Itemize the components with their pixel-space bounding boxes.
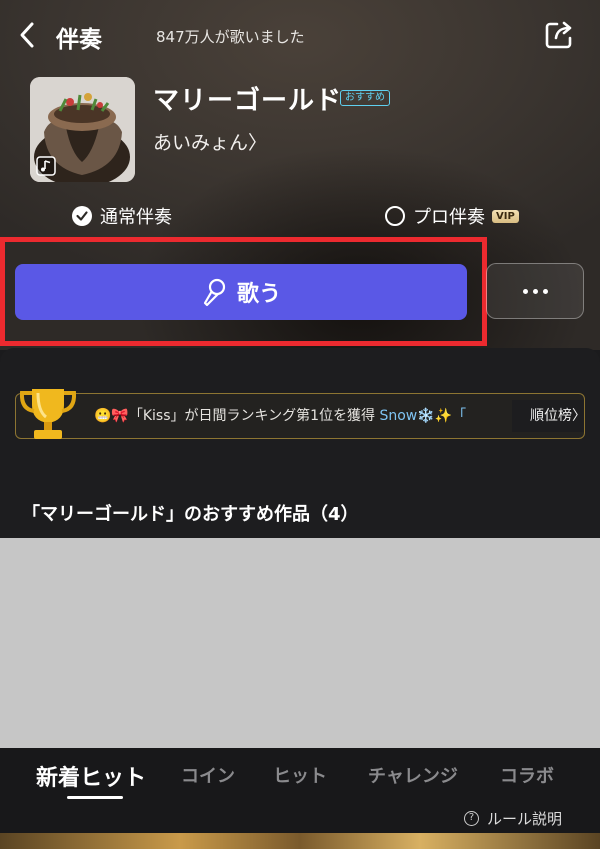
ranking-link[interactable]: 順位榜〉 xyxy=(512,400,586,432)
rules-link[interactable]: ? ルール説明 xyxy=(464,808,562,829)
ticker-message: 😬🎀「Kiss」が日間ランキング第1位を獲得 Snow❄️✨「 xyxy=(94,405,466,425)
mode-label-normal: 通常伴奏 xyxy=(100,207,172,228)
song-title: マリーゴールド xyxy=(153,86,343,116)
sing-button[interactable]: 歌う xyxy=(15,264,467,320)
share-icon xyxy=(545,21,572,49)
recommend-badge: おすすめ xyxy=(340,90,390,106)
chevron-left-icon xyxy=(20,22,34,48)
tab-collab[interactable]: コラボ xyxy=(500,762,554,788)
sing-label: 歌う xyxy=(236,282,281,307)
singer-count: 847万人が歌いました xyxy=(156,28,305,46)
trophy-icon xyxy=(19,389,77,439)
page-title: 伴奏 xyxy=(56,27,102,53)
album-cover[interactable] xyxy=(30,77,135,182)
check-icon xyxy=(76,211,88,221)
mode-option-normal[interactable]: 通常伴奏 xyxy=(72,203,172,229)
more-dot-icon xyxy=(522,288,528,294)
ticker-user: Snow❄️✨「 xyxy=(379,408,467,424)
more-options-button[interactable] xyxy=(486,263,584,319)
microphone-icon xyxy=(203,278,226,307)
tab-bar: 新着ヒット コイン ヒット チャレンジ コラボ xyxy=(0,748,600,801)
active-tab-indicator xyxy=(67,796,123,799)
more-dot-icon xyxy=(532,288,538,294)
artist-link[interactable]: あいみょん〉 xyxy=(153,128,267,155)
radio-empty-icon xyxy=(385,206,405,226)
ticker-prefix: 😬🎀「Kiss」が日間ランキング第1位を獲得 xyxy=(94,408,380,424)
section-title: 「マリーゴールド」のおすすめ作品（4） xyxy=(22,504,359,525)
share-button[interactable] xyxy=(542,18,576,52)
vip-badge: VIP xyxy=(492,209,519,223)
radio-checked-icon xyxy=(72,206,92,226)
tab-challenge[interactable]: チャレンジ xyxy=(368,762,458,788)
question-icon: ? xyxy=(464,811,479,826)
back-button[interactable] xyxy=(14,18,44,52)
mode-option-pro[interactable]: プロ伴奏 VIP xyxy=(385,203,519,229)
bottom-banner xyxy=(0,833,600,849)
content-placeholder xyxy=(0,538,600,748)
ranking-ticker[interactable]: 😬🎀「Kiss」が日間ランキング第1位を獲得 Snow❄️✨「 順位榜〉 xyxy=(15,393,586,439)
more-dot-icon xyxy=(542,288,548,294)
tab-hit[interactable]: ヒット xyxy=(273,762,327,788)
tab-coin[interactable]: コイン xyxy=(181,762,235,788)
music-note-icon xyxy=(36,156,56,176)
mode-label-pro: プロ伴奏 xyxy=(413,207,485,228)
rules-label: ルール説明 xyxy=(487,810,563,828)
rules-row: ? ルール説明 xyxy=(0,801,600,833)
tab-new-hits[interactable]: 新着ヒット xyxy=(36,760,146,792)
